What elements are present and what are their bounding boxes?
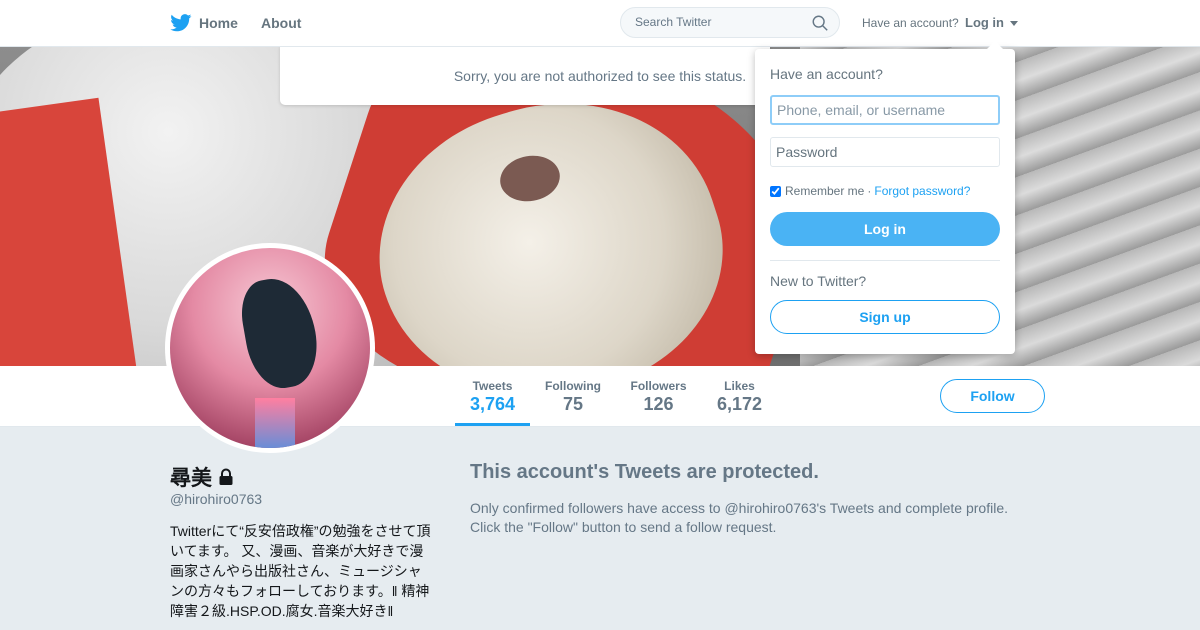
separator-dot: ·	[867, 184, 872, 198]
login-button[interactable]: Log in	[770, 212, 1000, 246]
new-to-twitter-text: New to Twitter?	[770, 273, 867, 289]
search-input[interactable]	[633, 14, 807, 30]
signup-button[interactable]: Sign up	[770, 300, 1000, 334]
username-field[interactable]	[770, 95, 1000, 125]
profile-bio: Twitterにて“反安倍政権”の勉強をさせて頂いてます。 又、漫画、音楽が大好…	[170, 523, 431, 619]
login-dropdown: Have an account? Remember me · Forgot pa…	[755, 41, 1015, 354]
login-dropdown-toggle[interactable]: Log in	[965, 15, 1018, 30]
stat-likes[interactable]: Likes 6,172	[708, 366, 771, 426]
avatar-image	[170, 248, 370, 448]
login-dropdown-title: Have an account?	[770, 66, 883, 82]
nav-about-link[interactable]: About	[261, 15, 301, 31]
stat-followers[interactable]: Followers 126	[622, 366, 695, 426]
nav-home-link[interactable]: Home	[170, 12, 238, 34]
stat-tweets[interactable]: Tweets 3,764	[455, 366, 530, 426]
stat-followers-value: 126	[643, 394, 674, 414]
protected-description-line-2: Click the "Follow" button to send a foll…	[470, 519, 777, 535]
twitter-bird-icon	[170, 14, 192, 32]
divider	[770, 260, 1000, 261]
remember-me-checkbox[interactable]	[770, 185, 781, 197]
protected-title: This account's Tweets are protected.	[470, 461, 819, 483]
search-box	[620, 7, 840, 38]
have-account-text: Have an account?	[862, 16, 959, 30]
avatar[interactable]	[165, 243, 375, 453]
profile-name-text: 尋美	[170, 467, 212, 490]
stat-likes-label: Likes	[724, 379, 755, 393]
stat-following-label: Following	[545, 379, 601, 393]
password-field[interactable]	[770, 137, 1000, 167]
stat-followers-label: Followers	[630, 379, 687, 393]
remember-me-row: Remember me · Forgot password?	[770, 184, 970, 198]
profile-handle[interactable]: @hirohiro0763	[170, 491, 262, 507]
forgot-password-link[interactable]: Forgot password?	[874, 184, 970, 198]
nav-home-label: Home	[199, 15, 238, 31]
profile-name: 尋美	[170, 462, 235, 492]
search-icon[interactable]	[811, 14, 829, 32]
follow-button[interactable]: Follow	[940, 379, 1045, 413]
status-error-card: Sorry, you are not authorized to see thi…	[280, 46, 770, 105]
top-navigation-bar: Home About Have an account? Log in	[0, 0, 1200, 47]
protected-description-line-1: Only confirmed followers have access to …	[470, 500, 1009, 516]
stat-tweets-value: 3,764	[469, 394, 516, 414]
caret-down-icon	[1009, 21, 1018, 27]
stat-following-value: 75	[562, 394, 584, 414]
protected-description: Only confirmed followers have access to …	[470, 499, 1050, 537]
login-toggle-label: Log in	[965, 15, 1004, 30]
lock-icon	[219, 468, 233, 485]
status-error-message: Sorry, you are not authorized to see thi…	[453, 68, 747, 84]
stat-following[interactable]: Following 75	[538, 366, 608, 426]
stat-tweets-label: Tweets	[472, 379, 513, 393]
remember-me-label[interactable]: Remember me	[785, 184, 864, 198]
stat-likes-value: 6,172	[716, 394, 763, 414]
